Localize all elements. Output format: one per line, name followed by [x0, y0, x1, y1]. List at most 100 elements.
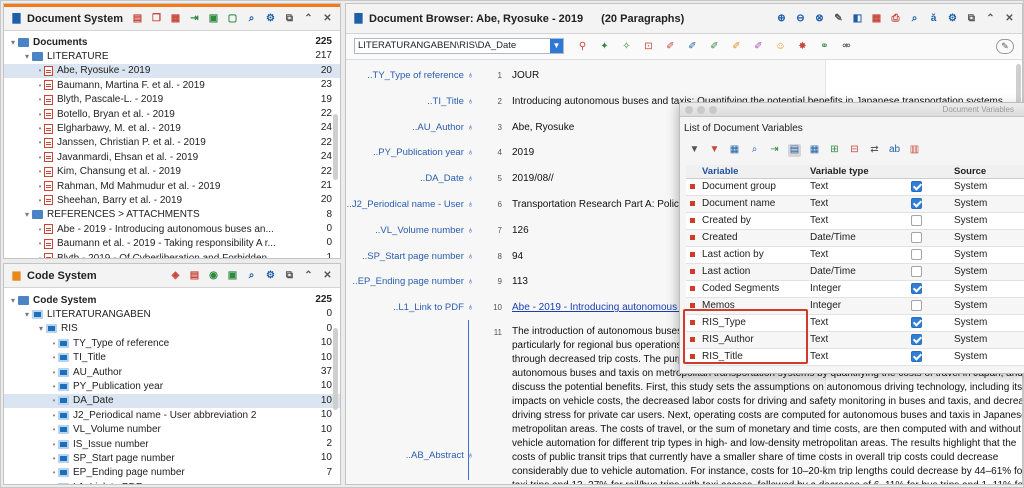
dialog-minimize-button[interactable] [697, 106, 705, 114]
document-tree-item[interactable]: • Javanmardi, Ehsan et al. - 2019 24 [4, 150, 340, 164]
expand-toggle-icon[interactable]: ▾ [22, 310, 32, 319]
gear-icon[interactable]: ⚙ [264, 12, 277, 25]
document-tree-item[interactable]: • Blyth, Pascale-L. - 2019 19 [4, 93, 340, 107]
code-tree-item[interactable]: • EP_Ending page number 7 [4, 466, 340, 480]
dialog-title-bar[interactable]: Document Variables [680, 103, 1024, 117]
gear-icon[interactable]: ⚙ [264, 269, 277, 282]
document-tree-item[interactable]: ▾ REFERENCES > ATTACHMENTS 8 [4, 208, 340, 222]
variable-active-checkbox[interactable] [910, 350, 922, 362]
grid-view-icon[interactable]: ▦ [808, 144, 821, 157]
variable-type-cell[interactable]: Text [806, 348, 878, 366]
code-variables-icon[interactable]: ◉ [207, 269, 220, 282]
undock-icon[interactable]: ⧉ [283, 269, 296, 282]
coded-segment-label[interactable]: ..TI_Title ♁ [346, 96, 474, 107]
expand-toggle-icon[interactable]: ▾ [8, 296, 18, 305]
code-pin-icon[interactable]: ♁ [467, 147, 474, 158]
document-tree-item[interactable]: ▾ Documents 225 [4, 35, 340, 49]
code-tree-item[interactable]: • IS_Issue number 2 [4, 437, 340, 451]
code-tree-item[interactable]: • TY_Type of reference 10 [4, 336, 340, 350]
document-tree-item[interactable]: • Elgharbawy, M. et al. - 2019 24 [4, 121, 340, 135]
code-pin-icon[interactable]: ♁ [467, 173, 474, 184]
code-tree-item[interactable]: ▾ Code System 225 [4, 293, 340, 307]
filter-icon[interactable]: ▼ [688, 144, 701, 157]
variable-type-cell[interactable]: Date/Time [806, 263, 878, 281]
close-icon[interactable]: ✕ [321, 12, 334, 25]
abc-icon[interactable]: ab [888, 144, 901, 157]
variable-active-checkbox[interactable] [910, 231, 922, 243]
table-row[interactable]: Created by Text System [686, 212, 1024, 230]
delete-variable-icon[interactable]: ⊟ [848, 144, 861, 157]
expand-toggle-icon[interactable]: ▾ [22, 210, 32, 219]
variable-type-cell[interactable]: Integer [806, 280, 878, 298]
column-header-variable-type[interactable]: Variable type [806, 165, 878, 179]
variable-type-cell[interactable]: Date/Time [806, 229, 878, 247]
new-document-icon[interactable]: ▤ [131, 12, 144, 25]
code-tree-item[interactable]: • L1_Link to PDF [4, 480, 340, 484]
variable-active-checkbox[interactable] [910, 333, 922, 345]
document-tree-scrollbar[interactable] [333, 114, 338, 180]
statistics-icon[interactable]: ▥ [908, 144, 921, 157]
code-tree-item[interactable]: ▾ RIS 0 [4, 322, 340, 336]
variable-name-cell[interactable]: Created [698, 229, 806, 247]
variable-active-checkbox[interactable] [910, 214, 922, 226]
code-tree-item[interactable]: • J2_Periodical name - User abbreviation … [4, 408, 340, 422]
coded-segment-label[interactable]: ..EP_Ending page number ♁ [346, 276, 474, 287]
document-tree-item[interactable]: • Janssen, Christian P. et al. - 2019 22 [4, 136, 340, 150]
variable-type-cell[interactable]: Text [806, 246, 878, 264]
code-tree-item[interactable]: • TI_Title 10 [4, 351, 340, 365]
column-header-variable[interactable]: Variable [698, 165, 806, 179]
variable-active-checkbox[interactable] [910, 316, 922, 328]
variable-type-cell[interactable]: Text [806, 178, 878, 196]
document-set-icon[interactable]: ▦ [169, 12, 182, 25]
coded-segment-label[interactable]: ..AU_Author ♁ [346, 122, 474, 133]
column-header-source[interactable]: Source [950, 165, 1024, 179]
convert-to-code-icon[interactable]: ⇄ [868, 144, 881, 157]
code-favorites-icon[interactable]: ▣ [226, 269, 239, 282]
document-tree-item[interactable]: • Kim, Chansung et al. - 2019 22 [4, 165, 340, 179]
expand-toggle-icon[interactable]: ▾ [22, 52, 32, 61]
coded-segment-label[interactable]: ..VL_Volume number ♁ [346, 225, 474, 236]
variable-name-cell[interactable]: Document group [698, 178, 806, 196]
pdf-link[interactable]: Abe - 2019 - Introducing autonomous bu [512, 302, 691, 313]
coded-segment-label[interactable]: ..PY_Publication year ♁ [346, 147, 474, 158]
code-pin-icon[interactable]: ♁ [467, 302, 474, 313]
variable-active-checkbox[interactable] [910, 265, 922, 277]
code-pin-icon[interactable]: ♁ [467, 199, 474, 210]
code-tree-scrollbar[interactable] [333, 328, 338, 410]
list-view-icon[interactable]: ▤ [788, 143, 801, 157]
variable-name-cell[interactable]: Document name [698, 195, 806, 213]
coded-segment-label[interactable]: ..AB_Abstract ♁ [346, 450, 474, 461]
close-icon[interactable]: ✕ [321, 269, 334, 282]
table-row[interactable]: Last action by Text System [686, 246, 1024, 264]
document-tree-item[interactable]: • Baumann et al. - 2019 - Taking responsi… [4, 236, 340, 250]
variable-active-checkbox[interactable] [910, 282, 922, 294]
variable-type-cell[interactable]: Text [806, 331, 878, 349]
document-tree-item[interactable]: • Baumann, Martina F. et al. - 2019 23 [4, 78, 340, 92]
column-header-active[interactable] [878, 165, 950, 179]
coded-segment-label[interactable]: ..L1_Link to PDF ♁ [346, 302, 474, 313]
code-tree-item[interactable]: • SP_Start page number 10 [4, 451, 340, 465]
import-document-icon[interactable]: ▣ [207, 12, 220, 25]
table-row[interactable]: Created Date/Time System [686, 229, 1024, 247]
code-pin-icon[interactable]: ♁ [467, 122, 474, 133]
expand-toggle-icon[interactable]: ▾ [36, 324, 46, 333]
code-tree-item[interactable]: • DA_Date 10 [4, 393, 340, 409]
table-row[interactable]: Coded Segments Integer System [686, 280, 1024, 298]
search-icon[interactable]: ⌕ [748, 144, 761, 157]
clear-filter-icon[interactable]: ▼ [708, 144, 721, 157]
new-variable-icon[interactable]: ⊞ [828, 144, 841, 157]
collapse-icon[interactable]: ⌃ [302, 12, 315, 25]
variable-type-cell[interactable]: Text [806, 212, 878, 230]
code-tree-item[interactable]: • PY_Publication year 10 [4, 379, 340, 393]
copy-document-icon[interactable]: ❐ [150, 12, 163, 25]
variable-type-cell[interactable]: Text [806, 314, 878, 332]
document-tree-item[interactable]: ▾ LITERATURE 217 [4, 49, 340, 63]
document-tree-item[interactable]: • Rahman, Md Mahmudur et al. - 2019 21 [4, 179, 340, 193]
variable-name-cell[interactable]: Last action [698, 263, 806, 281]
code-pin-icon[interactable]: ♁ [467, 225, 474, 236]
dialog-close-button[interactable] [685, 106, 693, 114]
coded-segment-label[interactable]: ..SP_Start page number ♁ [346, 251, 474, 262]
variable-active-checkbox[interactable] [910, 180, 922, 192]
code-pin-icon[interactable]: ♁ [467, 70, 474, 81]
code-tree-item[interactable]: ▾ LITERATURANGABEN 0 [4, 307, 340, 321]
